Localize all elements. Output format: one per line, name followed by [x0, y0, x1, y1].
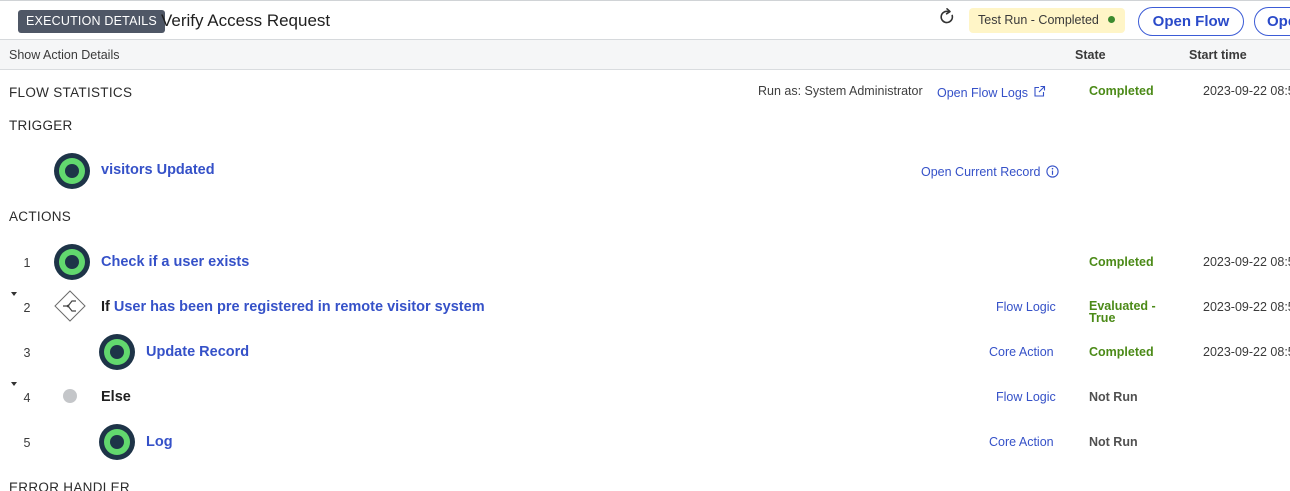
- action-state: Not Run: [1089, 435, 1138, 449]
- header-bar: EXECUTION DETAILS Verify Access Request …: [0, 0, 1290, 40]
- flow-state: Completed: [1089, 84, 1154, 98]
- info-icon: [1046, 165, 1059, 178]
- error-handler-heading: ERROR HANDLER: [9, 480, 130, 491]
- flow-logic-branch-icon: [54, 290, 86, 322]
- if-condition-label: User has been pre registered in remote v…: [113, 299, 485, 315]
- action-icon: [99, 424, 135, 460]
- open-current-record-link[interactable]: Open Current Record: [921, 163, 1059, 181]
- row-number: 2: [23, 301, 31, 315]
- row-number: 1: [23, 256, 31, 270]
- flow-start-time: 2023-09-22 08:5: [1203, 84, 1290, 98]
- trigger-action-icon: [54, 153, 90, 189]
- open-current-record-label: Open Current Record: [921, 165, 1041, 179]
- state-column-header: State: [1075, 48, 1106, 62]
- action-state: Completed: [1089, 255, 1154, 269]
- else-label: Else: [101, 389, 131, 405]
- actions-heading: ACTIONS: [9, 209, 72, 224]
- action-type-link[interactable]: Flow Logic: [996, 300, 1056, 314]
- trigger-heading: TRIGGER: [9, 118, 73, 133]
- not-run-dot-icon: [63, 389, 77, 403]
- run-status-badge: Test Run - Completed: [969, 8, 1125, 33]
- action-type-link[interactable]: Flow Logic: [996, 390, 1056, 404]
- action-link-if-condition[interactable]: If User has been pre registered in remot…: [101, 299, 485, 315]
- action-state: Not Run: [1089, 390, 1138, 404]
- trigger-name-link[interactable]: visitors Updated: [101, 162, 215, 178]
- open-flow-logs-link[interactable]: Open Flow Logs: [937, 84, 1046, 102]
- column-header-row: Show Action Details State Start time: [0, 40, 1290, 70]
- start-time-column-header: Start time: [1189, 48, 1247, 62]
- run-as-label: Run as: System Administrator: [758, 84, 923, 98]
- row-number: 4: [23, 391, 31, 405]
- action-start-time: 2023-09-22 08:5: [1203, 345, 1290, 359]
- open-button-truncated[interactable]: Ope: [1254, 7, 1290, 36]
- flow-statistics-heading: FLOW STATISTICS: [9, 85, 133, 100]
- action-start-time: 2023-09-22 08:5: [1203, 300, 1290, 314]
- action-icon: [99, 334, 135, 370]
- open-flow-button[interactable]: Open Flow: [1138, 7, 1244, 36]
- action-link-check-user[interactable]: Check if a user exists: [101, 254, 249, 270]
- action-state: Evaluated - True: [1089, 300, 1156, 325]
- refresh-icon[interactable]: [937, 7, 957, 27]
- show-action-details-toggle[interactable]: Show Action Details: [9, 48, 119, 62]
- execution-details-badge: EXECUTION DETAILS: [18, 10, 165, 33]
- external-link-icon: [1034, 85, 1046, 97]
- action-link-log[interactable]: Log: [146, 434, 173, 450]
- action-link-update-record[interactable]: Update Record: [146, 344, 249, 360]
- action-icon: [54, 244, 90, 280]
- if-keyword: If: [101, 299, 110, 315]
- collapse-caret-icon[interactable]: [11, 382, 17, 386]
- page-title: Verify Access Request: [161, 11, 331, 30]
- action-type-link[interactable]: Core Action: [989, 435, 1054, 449]
- status-dot-icon: [1107, 16, 1115, 23]
- row-number: 3: [23, 346, 31, 360]
- action-type-link[interactable]: Core Action: [989, 345, 1054, 359]
- open-flow-logs-label: Open Flow Logs: [937, 86, 1029, 100]
- row-number: 5: [23, 436, 31, 450]
- state-line-2: True: [1089, 311, 1116, 325]
- action-start-time: 2023-09-22 08:5: [1203, 255, 1290, 269]
- collapse-caret-icon[interactable]: [11, 292, 17, 296]
- run-status-text: Test Run - Completed: [978, 13, 1099, 27]
- action-state: Completed: [1089, 345, 1154, 359]
